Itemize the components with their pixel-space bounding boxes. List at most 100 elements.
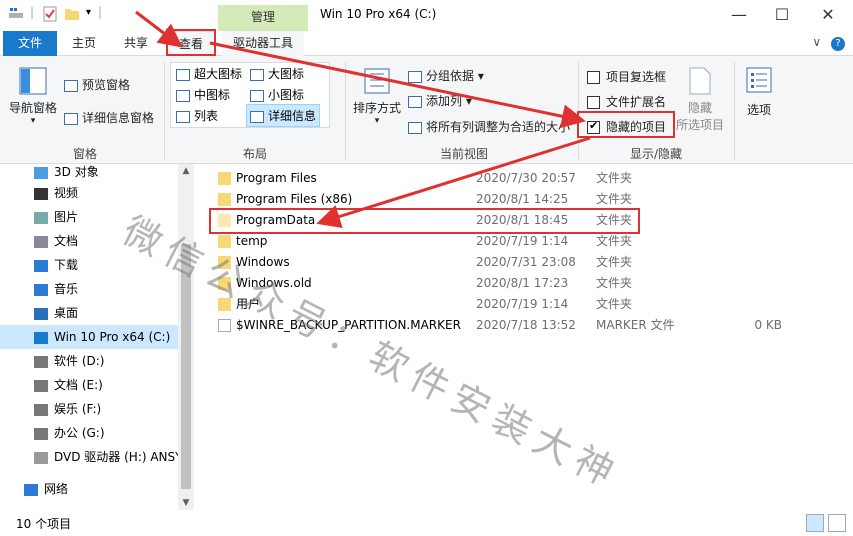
folder-icon (218, 172, 231, 185)
layout-label: 详细信息 (268, 109, 317, 123)
nav-item[interactable]: 视频 (0, 181, 178, 205)
tab-view[interactable]: 查看 (167, 31, 215, 56)
file-date: 2020/8/1 17:23 (476, 276, 569, 290)
nav-item-label: 文档 (E:) (54, 378, 103, 392)
help-icon[interactable]: ? (831, 37, 845, 51)
large-icons-view-button[interactable] (828, 514, 846, 532)
list-icon (176, 110, 190, 123)
tab-file[interactable]: 文件 (3, 31, 57, 56)
sort-by-button[interactable]: 排序方式 ▾ (352, 66, 402, 126)
add-columns-button[interactable]: 添加列 ▾ (408, 92, 472, 109)
scroll-up-icon[interactable]: ▲ (178, 166, 194, 176)
layout-label: 超大图标 (194, 67, 243, 81)
nav-item[interactable]: 办公 (G:) (0, 421, 178, 445)
hidden-items-checkbox[interactable] (587, 119, 600, 134)
close-button[interactable]: ✕ (816, 4, 840, 26)
layout-medium-icons[interactable]: 中图标 (176, 86, 230, 103)
layout-details[interactable]: 详细信息 (246, 104, 321, 127)
layout-list[interactable]: 列表 (176, 107, 218, 124)
context-tab-manage[interactable]: 管理 (218, 5, 308, 31)
file-type: 文件夹 (596, 213, 633, 227)
size-all-columns-button[interactable]: 将所有列调整为合适的大小 (408, 118, 570, 135)
size-columns-icon (408, 121, 422, 134)
tab-share[interactable]: 共享 (114, 31, 158, 56)
file-type: 文件夹 (596, 234, 633, 248)
details-pane-icon (64, 112, 78, 125)
ribbon: 导航窗格 ▾ 预览窗格 详细信息窗格 窗格 超大图标 大图标 中图标 小图标 列… (0, 56, 853, 164)
nav-item-label: 下载 (54, 258, 79, 272)
nav-item[interactable]: Win 10 Pro x64 (C:) (0, 325, 178, 349)
options-label: 选项 (746, 103, 771, 117)
nav-item-label: 音乐 (54, 282, 79, 296)
file-row[interactable]: ProgramData 2020/8/1 18:45 文件夹 (212, 210, 832, 231)
download-icon (34, 259, 48, 272)
group-by-button[interactable]: 分组依据 ▾ (408, 67, 484, 84)
drive-icon (34, 379, 48, 392)
tab-home[interactable]: 主页 (62, 31, 106, 56)
file-row[interactable]: Windows 2020/7/31 23:08 文件夹 (212, 252, 832, 273)
file-name: Program Files (236, 171, 317, 185)
preview-pane-button[interactable]: 预览窗格 (64, 76, 130, 93)
layout-small-icons[interactable]: 小图标 (250, 86, 304, 103)
hide-selected-label: 隐藏 (687, 101, 712, 115)
minimize-button[interactable]: — (727, 4, 751, 26)
layout-label: 中图标 (194, 88, 231, 102)
add-columns-label: 添加列 (426, 94, 463, 108)
nav-pane-button[interactable]: 导航窗格 ▾ (8, 66, 58, 126)
layout-label: 小图标 (268, 88, 305, 102)
item-checkboxes-toggle[interactable]: 项目复选框 (587, 68, 666, 85)
drive-icon (34, 427, 48, 440)
item-checkboxes-checkbox[interactable] (587, 71, 600, 84)
layout-extra-large-icons[interactable]: 超大图标 (176, 65, 242, 82)
layout-large-icons[interactable]: 大图标 (250, 65, 304, 82)
folder-icon (218, 214, 231, 227)
title-bar: | ▾ | 管理 Win 10 Pro x64 (C:) — ☐ ✕ (0, 0, 853, 31)
details-icon (250, 110, 264, 123)
nav-item[interactable]: 桌面 (0, 301, 178, 325)
pictures-icon (34, 211, 48, 224)
nav-item-label: 娱乐 (F:) (54, 402, 102, 416)
nav-item[interactable]: 网络 (0, 477, 178, 501)
file-date: 2020/8/1 14:25 (476, 192, 569, 206)
properties-icon[interactable] (42, 6, 58, 22)
tab-drive-tools[interactable]: 驱动器工具 (222, 31, 304, 56)
nav-item-label: Win 10 Pro x64 (C:) (54, 330, 171, 344)
details-view-button[interactable] (806, 514, 824, 532)
hide-selected-button[interactable]: 隐藏 所选项目 (676, 66, 724, 133)
qa-dropdown-icon[interactable]: ▾ (86, 7, 91, 18)
hide-selected-label-2: 所选项目 (676, 118, 725, 132)
ribbon-expand-icon[interactable]: ∨ (812, 35, 821, 49)
file-name: ProgramData (236, 213, 316, 227)
hidden-items-toggle[interactable]: 隐藏的项目 (587, 118, 666, 135)
nav-item[interactable]: 文档 (E:) (0, 373, 178, 397)
nav-item-label: 软件 (D:) (54, 354, 105, 368)
new-folder-icon[interactable] (64, 6, 80, 22)
drive-icon (34, 403, 48, 416)
file-extensions-label: 文件扩展名 (606, 95, 667, 109)
preview-pane-icon (64, 79, 78, 92)
music-icon (34, 283, 48, 296)
drive-icon[interactable] (8, 6, 24, 22)
nav-pane-icon (19, 67, 47, 95)
nav-item[interactable]: 音乐 (0, 277, 178, 301)
nav-item[interactable]: DVD 驱动器 (H:) ANSY (0, 445, 178, 469)
options-button[interactable]: 选项 (742, 66, 776, 118)
nav-item-label: 文档 (54, 234, 79, 248)
file-extensions-toggle[interactable]: 文件扩展名 (587, 93, 666, 110)
file-row[interactable]: temp 2020/7/19 1:14 文件夹 (212, 231, 832, 252)
nav-pane-label: 导航窗格 (8, 101, 57, 115)
nav-item[interactable]: 娱乐 (F:) (0, 397, 178, 421)
file-extensions-checkbox[interactable] (587, 96, 600, 109)
scroll-down-icon[interactable]: ▼ (178, 498, 194, 508)
maximize-button[interactable]: ☐ (770, 4, 794, 26)
file-row[interactable]: Program Files (x86) 2020/8/1 14:25 文件夹 (212, 189, 832, 210)
group-label-layout: 布局 (242, 147, 267, 161)
nav-scrollbar[interactable]: ▲ ▼ (178, 164, 194, 510)
window-title: Win 10 Pro x64 (C:) (320, 7, 437, 21)
file-name: temp (236, 234, 268, 248)
nav-item[interactable]: 软件 (D:) (0, 349, 178, 373)
file-row[interactable]: Program Files 2020/7/30 20:57 文件夹 (212, 168, 832, 189)
group-label-show-hide: 显示/隐藏 (629, 147, 683, 161)
details-pane-button[interactable]: 详细信息窗格 (64, 109, 154, 126)
nav-item-label: 桌面 (54, 306, 79, 320)
